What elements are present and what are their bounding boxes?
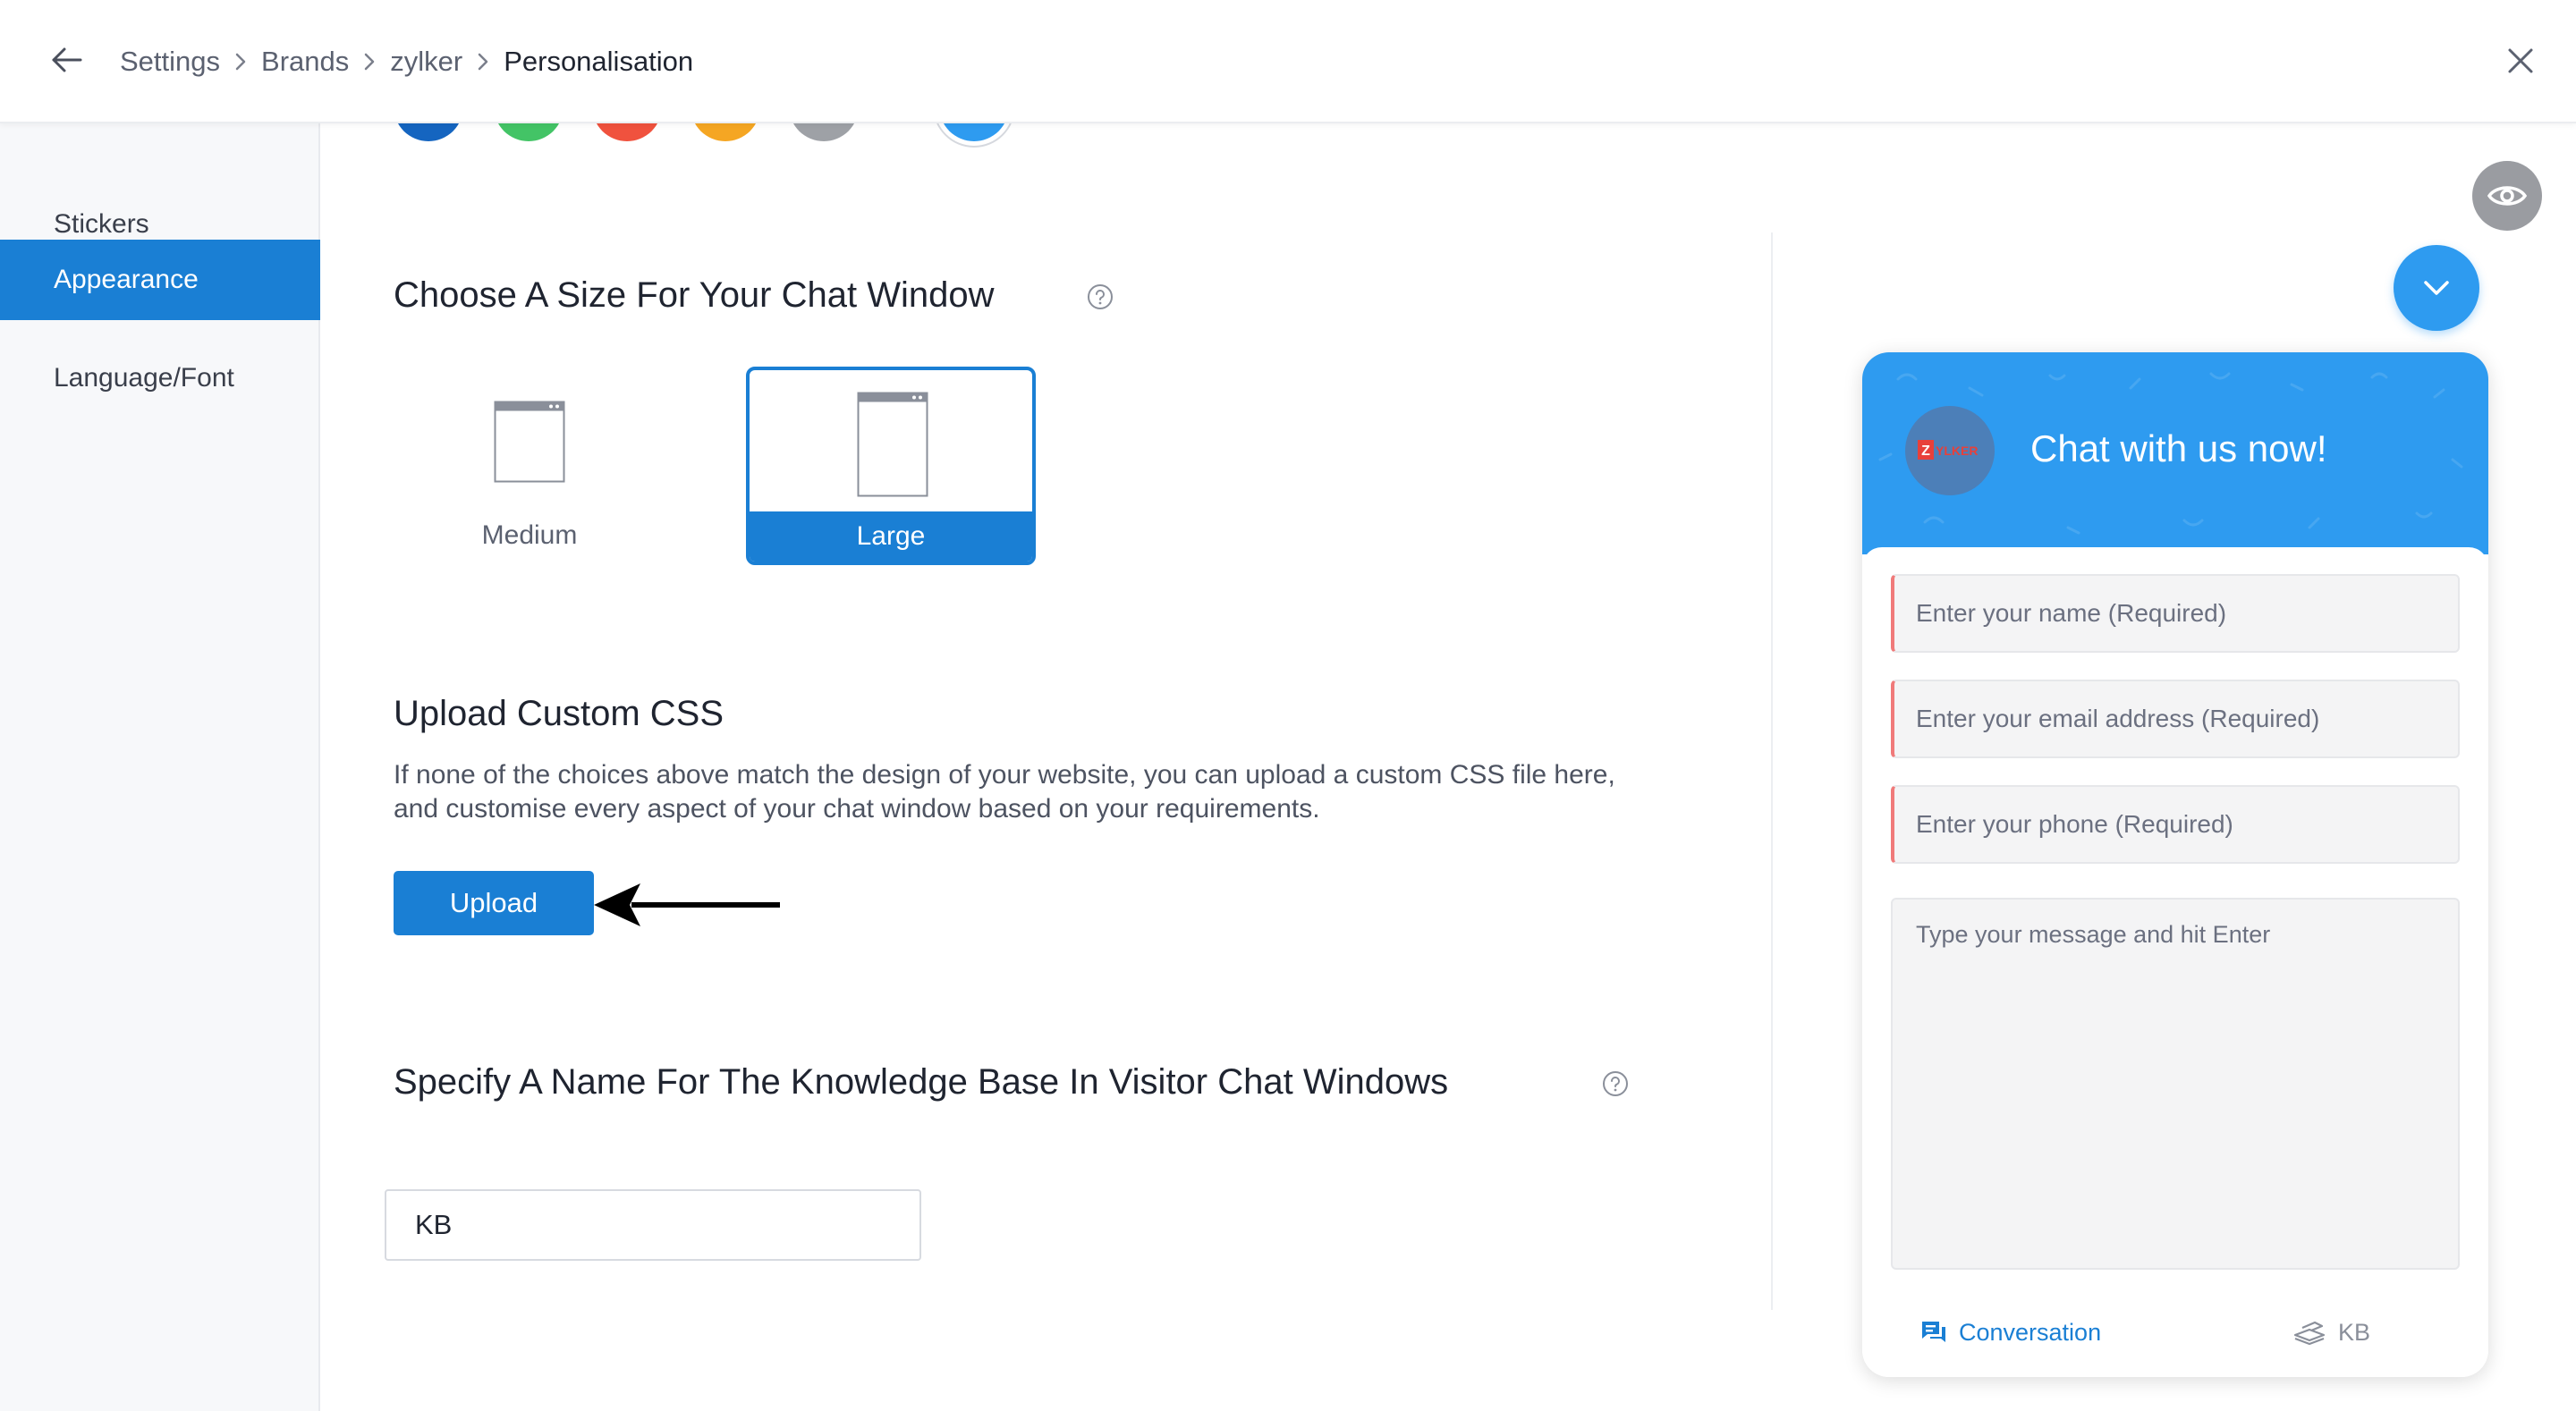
chat-bubble-icon [1922, 1322, 1945, 1342]
chat-header-title: Chat with us now! [2030, 427, 2327, 469]
chat-message-field[interactable]: Type your message and hit Enter [1891, 898, 2460, 1270]
eye-icon [2487, 186, 2527, 206]
chevron-down-icon [2424, 281, 2449, 295]
css-description-line: and customise every aspect of your chat … [394, 794, 1320, 824]
css-section-title: Upload Custom CSS [394, 694, 724, 733]
chat-form: Enter your name (Required) Enter your em… [1862, 547, 2488, 1377]
chat-window-preview: Z YLKER Chat with us now! Enter your nam… [1862, 352, 2488, 1377]
breadcrumb-personalisation: Personalisation [504, 46, 694, 77]
sidebar-item-label: Language/Font [54, 363, 234, 393]
field-placeholder: Enter your phone (Required) [1916, 810, 2233, 838]
field-placeholder: Enter your email address (Required) [1916, 705, 2320, 732]
chat-tab-conversation[interactable]: Conversation [1919, 1314, 2101, 1350]
svg-text:YLKER: YLKER [1936, 444, 1978, 458]
top-bar: Settings Brands zylker Personalisation [0, 0, 2576, 123]
size-option-label: Large [750, 511, 1032, 562]
size-option-medium[interactable]: Medium [385, 367, 674, 565]
size-section-title: Choose A Size For Your Chat Window [394, 275, 995, 315]
field-placeholder: Enter your name (Required) [1916, 599, 2227, 627]
visitor-email-field[interactable]: Enter your email address (Required) [1891, 680, 2460, 758]
breadcrumb: Settings Brands zylker Personalisation [120, 41, 693, 82]
upload-button[interactable]: Upload [394, 871, 594, 935]
back-arrow-icon[interactable] [47, 39, 88, 80]
size-option-large[interactable]: Large [746, 367, 1036, 565]
help-icon[interactable] [1086, 283, 1114, 311]
sidebar-item-appearance[interactable]: Appearance [0, 240, 320, 320]
visitor-name-field[interactable]: Enter your name (Required) [1891, 574, 2460, 653]
sidebar: Stickers Appearance Language/Font [0, 123, 320, 1411]
chat-tab-label: Conversation [1959, 1318, 2102, 1346]
css-description-line: If none of the choices above match the d… [394, 760, 1615, 790]
preview-toggle-button[interactable] [2472, 161, 2542, 231]
kb-name-input[interactable] [385, 1189, 921, 1261]
chevron-right-icon [349, 41, 390, 82]
css-section-description: If none of the choices above match the d… [394, 758, 1735, 826]
chat-header: Z YLKER Chat with us now! [1862, 352, 2488, 554]
help-icon[interactable] [1601, 1069, 1630, 1098]
chat-tab-kb[interactable]: KB [2292, 1314, 2370, 1350]
window-large-icon [857, 392, 928, 497]
kb-section-title: Specify A Name For The Knowledge Base In… [394, 1062, 1449, 1102]
personalisation-page: Settings Brands zylker Personalisation S… [0, 0, 2576, 1411]
svg-text:Z: Z [1921, 444, 1930, 459]
size-option-label: Medium [481, 520, 578, 550]
zylker-logo-icon: Z YLKER [1918, 440, 1978, 460]
sidebar-item-language-font[interactable]: Language/Font [0, 338, 320, 418]
visitor-phone-field[interactable]: Enter your phone (Required) [1891, 785, 2460, 864]
brand-logo: Z YLKER [1905, 406, 1995, 495]
chevron-right-icon [220, 41, 261, 82]
book-stack-icon [2293, 1321, 2326, 1346]
sidebar-item-label: Stickers [54, 209, 149, 239]
breadcrumb-brands[interactable]: Brands [261, 41, 349, 82]
breadcrumb-settings[interactable]: Settings [120, 41, 220, 82]
close-icon[interactable] [2501, 41, 2540, 80]
chat-tab-label: KB [2338, 1318, 2371, 1346]
chat-minimize-button[interactable] [2394, 245, 2479, 331]
sidebar-item-label: Appearance [54, 265, 199, 294]
arrow-left-icon [594, 883, 780, 926]
chevron-right-icon [462, 41, 504, 82]
field-placeholder: Type your message and hit Enter [1916, 921, 2271, 948]
window-medium-icon [494, 401, 565, 483]
section-divider [1771, 232, 1773, 1310]
breadcrumb-zylker[interactable]: zylker [390, 41, 462, 82]
